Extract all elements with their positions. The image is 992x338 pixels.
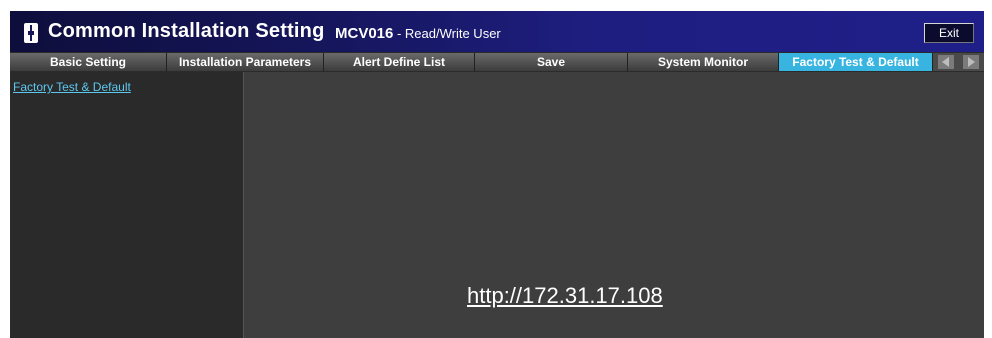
tab-system-monitor[interactable]: System Monitor xyxy=(628,53,779,71)
arrow-left-icon xyxy=(942,57,950,67)
tab-installation-parameters[interactable]: Installation Parameters xyxy=(167,53,324,71)
tab-bar: Basic Setting Installation Parameters Al… xyxy=(10,53,984,71)
scroll-right-button[interactable] xyxy=(963,55,980,69)
sidebar-item-factory-test-default[interactable]: Factory Test & Default xyxy=(13,80,131,94)
arrow-right-icon xyxy=(967,57,975,67)
scroll-left-button[interactable] xyxy=(937,55,954,69)
device-name: MCV016 xyxy=(335,25,394,42)
user-role: - Read/Write User xyxy=(393,26,501,41)
device-info: MCV016 - Read/Write User xyxy=(335,25,501,42)
main-content: http://172.31.17.108 xyxy=(244,72,984,338)
tab-save[interactable]: Save xyxy=(475,53,628,71)
device-url-link[interactable]: http://172.31.17.108 xyxy=(467,283,663,309)
title-bar: Common Installation Setting MCV016 - Rea… xyxy=(10,11,984,53)
tab-factory-test-default[interactable]: Factory Test & Default xyxy=(779,53,933,71)
app-title: Common Installation Setting xyxy=(48,20,325,42)
tab-scroll-controls xyxy=(933,53,984,71)
sidebar: Factory Test & Default xyxy=(10,72,244,338)
app-window: Common Installation Setting MCV016 - Rea… xyxy=(10,11,984,338)
tab-alert-define-list[interactable]: Alert Define List xyxy=(324,53,475,71)
tab-basic-setting[interactable]: Basic Setting xyxy=(10,53,167,71)
logo-icon xyxy=(24,23,38,43)
exit-button[interactable]: Exit xyxy=(924,23,974,43)
